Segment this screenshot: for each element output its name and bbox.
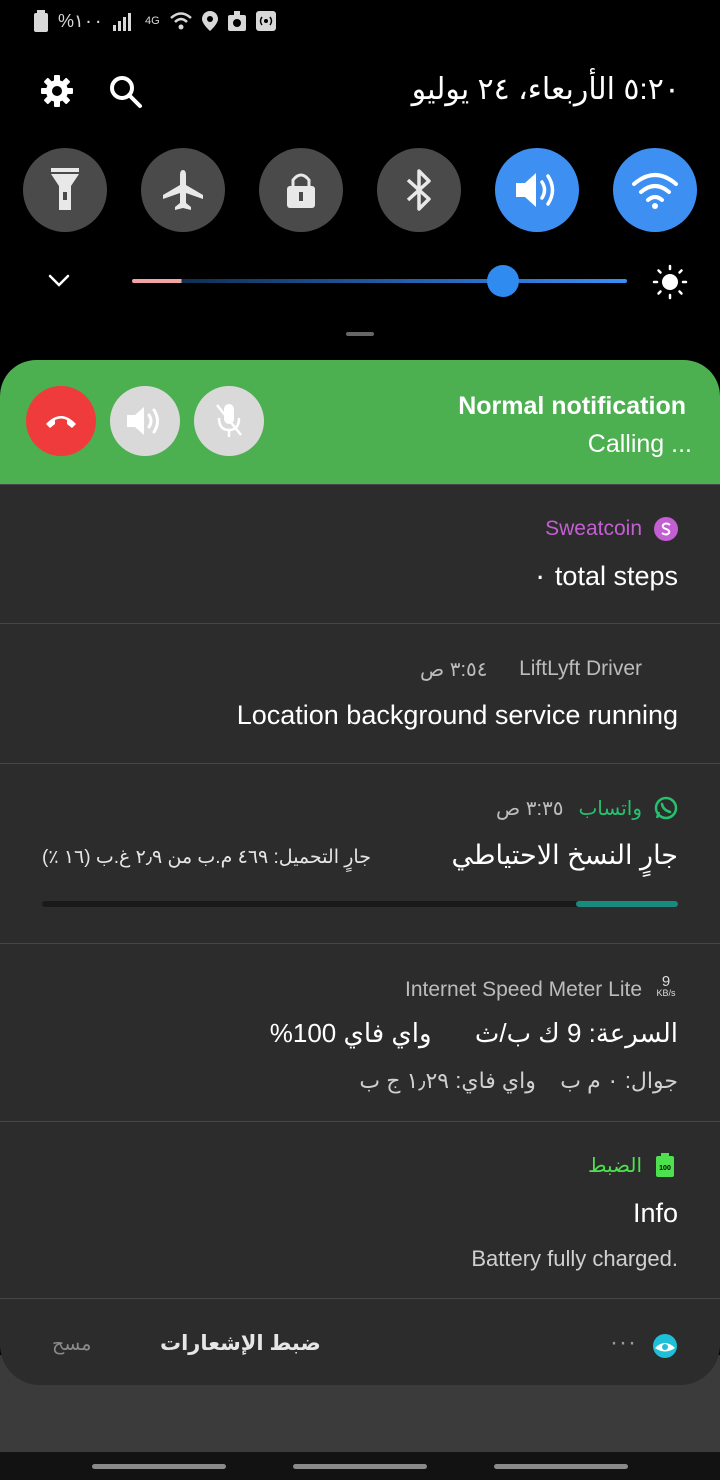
- battery-notification[interactable]: 100 الضبط Info Battery fully charged.: [0, 1121, 720, 1299]
- notification-footer: مسح ضبط الإشعارات ···: [0, 1298, 720, 1385]
- liftlyft-notification[interactable]: LiftLyft Driver ٣:٥٤ ص Location backgrou…: [0, 623, 720, 763]
- speed-badge-icon: 9 KB/s: [652, 974, 680, 998]
- battery-full-icon: 100: [656, 1153, 674, 1177]
- notification-time: ٣:٥٤ ص: [420, 659, 488, 681]
- notification-settings-button[interactable]: ضبط الإشعارات: [160, 1331, 321, 1356]
- lock-toggle[interactable]: [259, 148, 343, 232]
- call-status: Calling ...: [587, 430, 692, 458]
- mute-button[interactable]: [194, 386, 264, 456]
- airplane-icon: [163, 170, 203, 210]
- app-name: واتساب: [578, 798, 642, 820]
- search-icon[interactable]: [108, 74, 144, 110]
- phone-hangup-icon: [46, 416, 76, 428]
- hang-up-button[interactable]: [26, 386, 96, 456]
- nav-hint-right[interactable]: [494, 1464, 628, 1469]
- volume-icon: [516, 173, 555, 207]
- speed-badge-unit: KB/s: [656, 988, 676, 998]
- panel-header: ٥:٢٠ الأربعاء، ٢٤ يوليو: [0, 60, 720, 124]
- clear-button[interactable]: مسح: [52, 1333, 91, 1356]
- more-icon[interactable]: ···: [610, 1329, 637, 1357]
- notification-text: Battery fully charged.: [471, 1246, 678, 1271]
- brightness-slider-track[interactable]: [132, 279, 627, 283]
- notification-text: ٠ total steps: [532, 561, 678, 591]
- speed-text: السرعة: 9 ك ب/ث واي فاي 100%: [269, 1018, 678, 1048]
- lock-icon: [287, 173, 315, 208]
- whatsapp-icon: [654, 796, 678, 820]
- call-notification[interactable]: Normal notification Calling ...: [0, 360, 720, 484]
- sweatcoin-icon: [654, 517, 678, 541]
- recycle-icon: [227, 11, 246, 31]
- wifi-toggle[interactable]: [613, 148, 697, 232]
- battery-icon: [34, 10, 48, 32]
- brightness-slider-thumb[interactable]: [487, 265, 520, 297]
- mic-off-icon: [216, 404, 242, 437]
- app-name: الضبط: [587, 1155, 642, 1177]
- gesture-nav-bar: [0, 1452, 720, 1480]
- upload-progress-text: جارٍ التحميل: ٤٦٩ م.ب من ٢٫٩ غ.ب (١٦ ٪): [42, 847, 371, 868]
- eye-comfort-icon[interactable]: [652, 1333, 678, 1359]
- speed-meter-notification[interactable]: 9 KB/s Internet Speed Meter Lite السرعة:…: [0, 943, 720, 1121]
- sound-toggle[interactable]: [495, 148, 579, 232]
- status-bar: %١٠٠ 4G: [0, 0, 720, 42]
- quick-settings-row: [0, 148, 720, 238]
- network-type: 4G: [145, 15, 160, 27]
- hotspot-icon: [255, 11, 276, 31]
- battery-badge-text: 100: [659, 1165, 671, 1172]
- panel-drag-handle[interactable]: [346, 332, 374, 336]
- sweatcoin-notification[interactable]: Sweatcoin ٠ total steps: [0, 484, 720, 623]
- wifi-icon: [169, 11, 192, 31]
- backup-progress-fill: [576, 901, 678, 907]
- signal-icon: [113, 11, 135, 31]
- brightness-sun-icon: [652, 264, 688, 300]
- airplane-toggle[interactable]: [141, 148, 225, 232]
- gear-icon[interactable]: [40, 74, 74, 108]
- date-time[interactable]: ٥:٢٠ الأربعاء، ٢٤ يوليو: [412, 72, 680, 107]
- speed-badge-value: 9: [661, 973, 671, 990]
- bluetooth-toggle[interactable]: [377, 148, 461, 232]
- nav-hint-center[interactable]: [293, 1464, 427, 1469]
- app-name: Sweatcoin: [545, 517, 642, 540]
- call-title: Normal notification: [458, 392, 686, 420]
- speaker-button[interactable]: [110, 386, 180, 456]
- usage-text: جوال: ٠ م ب واي فاي: ١٫٢٩ ج ب: [359, 1068, 678, 1093]
- bluetooth-icon: [406, 169, 431, 211]
- location-icon: [201, 11, 218, 31]
- notification-text: Location background service running: [236, 700, 678, 730]
- nav-hint-left[interactable]: [92, 1464, 226, 1469]
- notification-panel: Normal notification Calling ... Sweatcoi…: [0, 360, 720, 1385]
- whatsapp-notification[interactable]: واتساب ٣:٣٥ ص جارٍ النسخ الاحتياطي جارٍ …: [0, 763, 720, 943]
- speaker-icon: [127, 407, 159, 435]
- chevron-down-icon[interactable]: [44, 268, 74, 292]
- notification-title: Info: [632, 1198, 678, 1228]
- flashlight-icon: [51, 168, 79, 210]
- battery-percent: %١٠٠: [58, 10, 104, 31]
- backup-progress-bar: [42, 901, 678, 907]
- notification-title: جارٍ النسخ الاحتياطي: [451, 840, 678, 870]
- flashlight-toggle[interactable]: [23, 148, 107, 232]
- wifi-icon: [632, 173, 678, 209]
- brightness-row: [0, 258, 720, 304]
- app-name: LiftLyft Driver: [519, 657, 642, 680]
- app-name: Internet Speed Meter Lite: [405, 978, 642, 1001]
- notification-time: ٣:٣٥ ص: [496, 798, 564, 820]
